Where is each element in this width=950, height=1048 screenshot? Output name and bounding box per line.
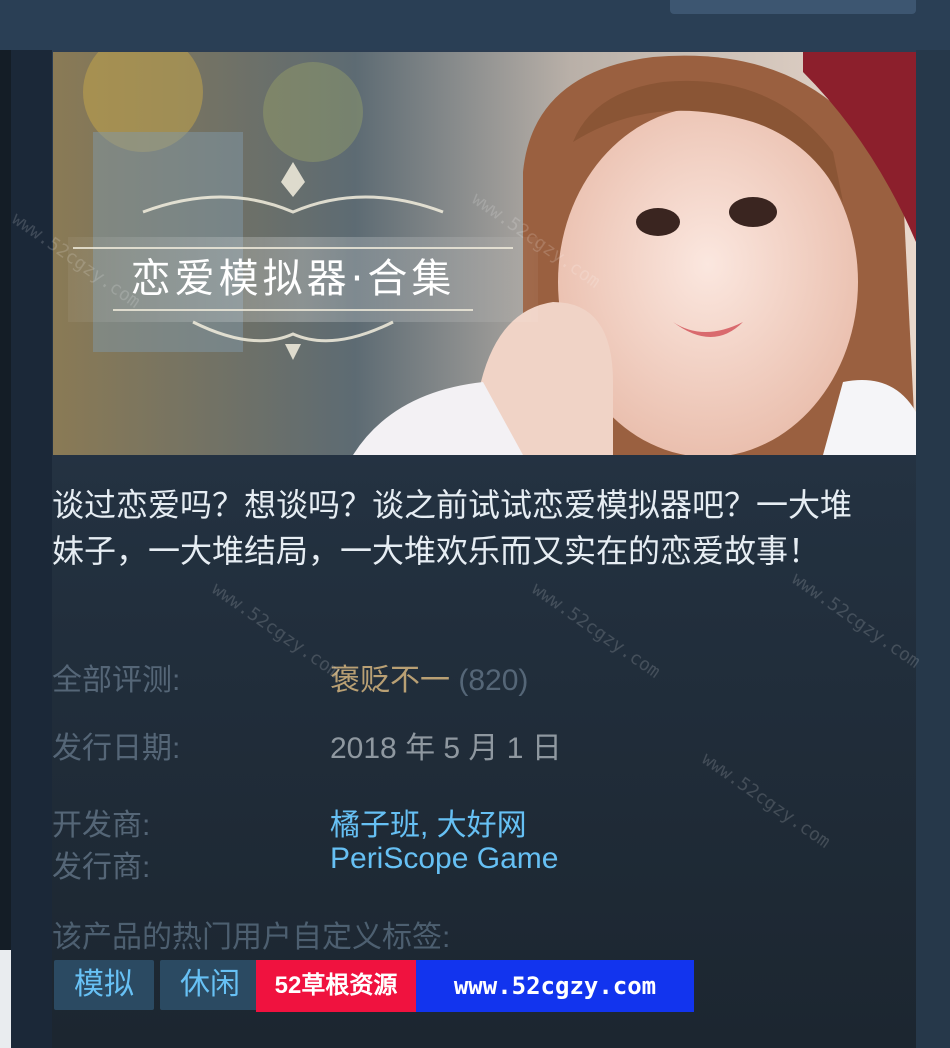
reviews-value[interactable]: 褒贬不一 (820) bbox=[330, 655, 528, 699]
developer-separator: , bbox=[420, 809, 437, 842]
game-description: 谈过恋爱吗？想谈吗？谈之前试试恋爱模拟器吧？一大堆妹子，一大堆结局，一大堆欢乐而… bbox=[52, 487, 853, 569]
review-count: (820) bbox=[458, 664, 529, 697]
developer-link-2[interactable]: 大好网 bbox=[437, 809, 527, 842]
top-tab[interactable] bbox=[670, 0, 916, 14]
publisher-link[interactable]: PeriScope Game bbox=[330, 842, 558, 876]
release-date-label: 发行日期: bbox=[52, 732, 181, 765]
reviews-label: 全部评测: bbox=[52, 664, 181, 697]
capsule-artwork: 恋爱模拟器·合集 bbox=[53, 52, 916, 455]
popular-tags-label: 该产品的热门用户自定义标签: bbox=[52, 921, 451, 954]
header-capsule-image: 恋爱模拟器·合集 bbox=[53, 52, 916, 455]
left-edge-bottom bbox=[0, 950, 11, 1048]
watermark-badge-left: 52草根资源 bbox=[256, 960, 416, 1012]
developer-label: 开发商: bbox=[52, 809, 151, 842]
left-edge bbox=[0, 50, 11, 950]
review-summary[interactable]: 褒贬不一 bbox=[330, 664, 450, 697]
watermark-badge-right: www.52cgzy.com bbox=[416, 960, 694, 1012]
tag-simulation[interactable]: 模拟 bbox=[54, 960, 154, 1010]
tag-casual[interactable]: 休闲 bbox=[160, 960, 260, 1010]
developer-list: 橘子班, 大好网 bbox=[330, 800, 527, 844]
capsule-title: 恋爱模拟器·合集 bbox=[131, 256, 456, 302]
right-strip bbox=[916, 50, 950, 1048]
release-date-value: 2018 年 5 月 1 日 bbox=[330, 732, 562, 765]
publisher-label: 发行商: bbox=[52, 851, 151, 884]
developer-link-1[interactable]: 橘子班 bbox=[330, 809, 420, 842]
